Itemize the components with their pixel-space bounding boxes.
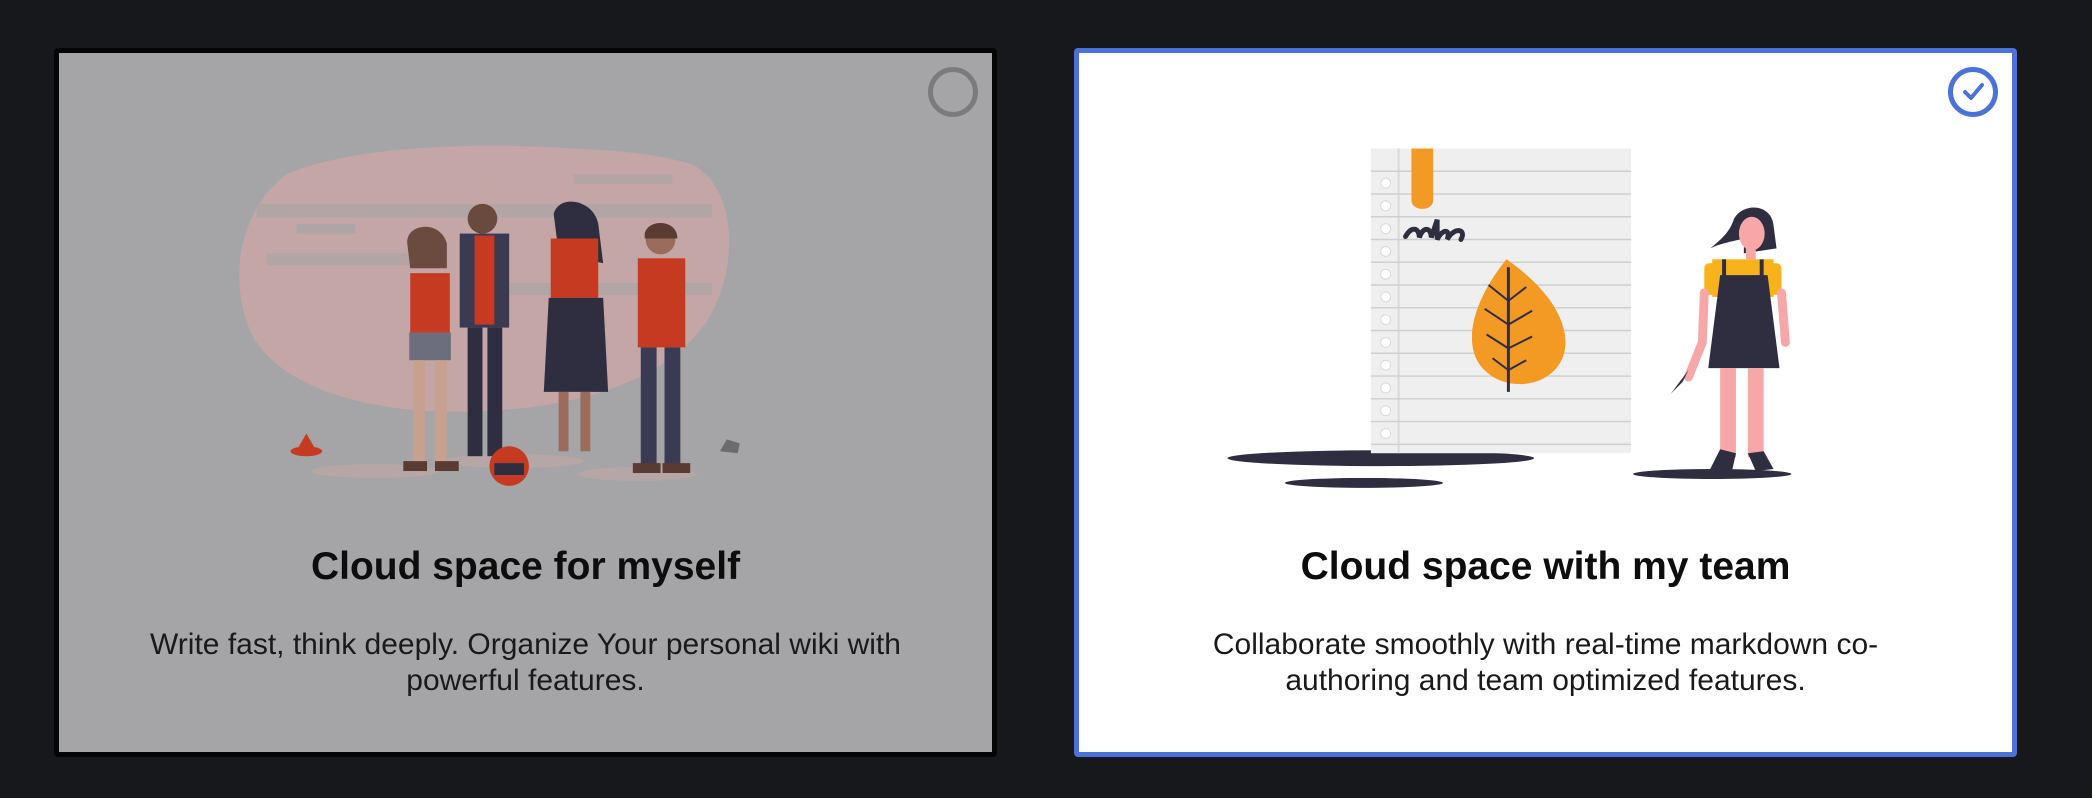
plan-card-team[interactable]: Cloud space with my team Collaborate smo… — [1074, 48, 2017, 757]
card-description: Write fast, think deeply. Organize Your … — [150, 628, 901, 697]
card-title: Cloud space with my team — [1300, 545, 1791, 588]
card-title: Cloud space for myself — [310, 545, 741, 588]
card-description: Collaborate smoothly with real-time mark… — [1212, 628, 1879, 697]
people-group-illustration — [239, 145, 740, 486]
plan-card-personal[interactable]: Cloud space for myself Write fast, think… — [54, 48, 997, 757]
notebook-woman-illustration — [1227, 148, 1792, 488]
